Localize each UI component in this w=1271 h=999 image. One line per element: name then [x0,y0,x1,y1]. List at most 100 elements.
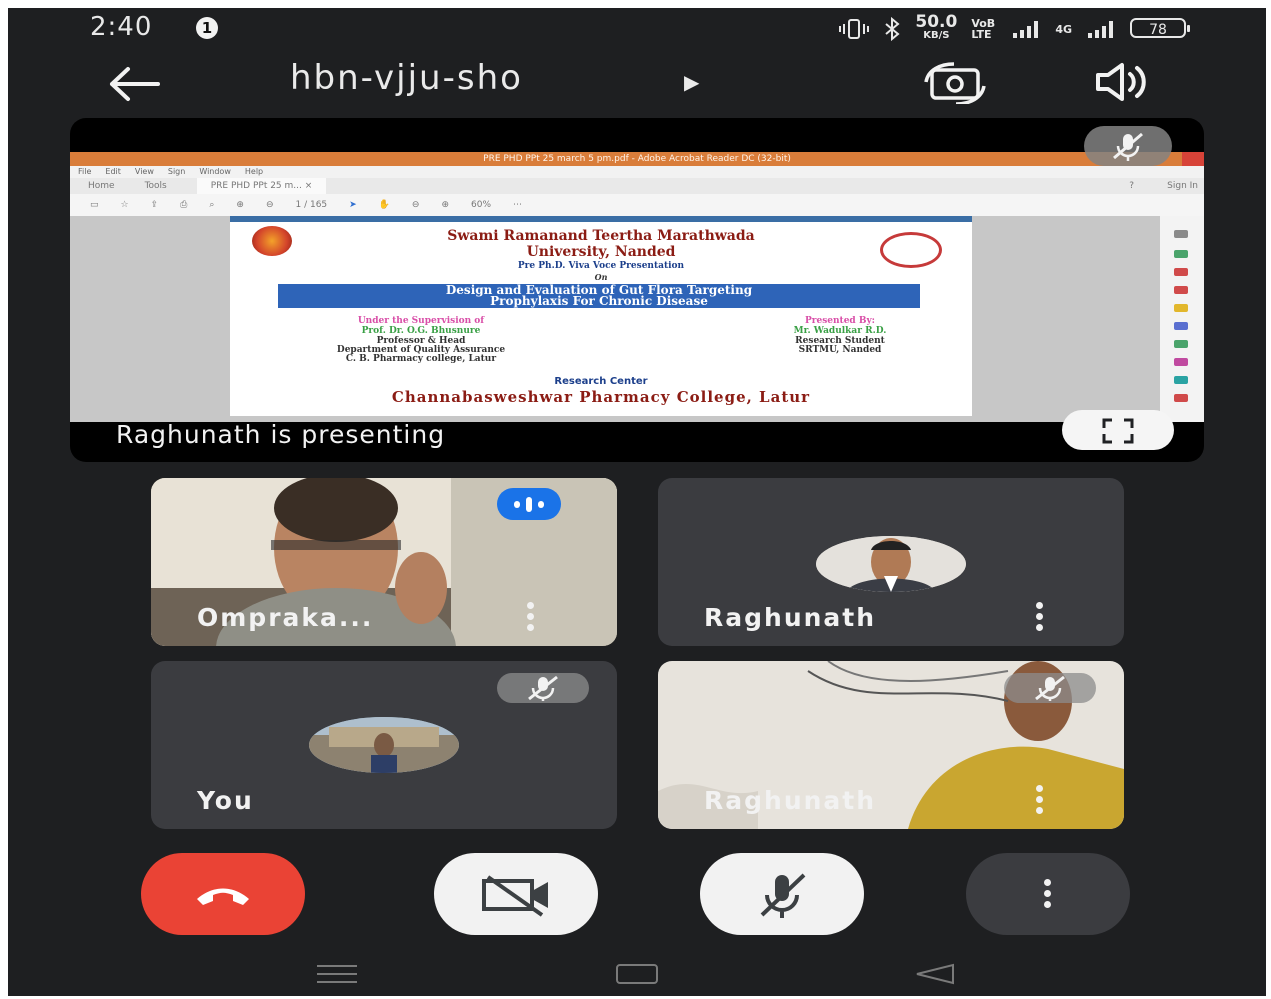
tool-icon [1174,286,1188,294]
mute-indicator [497,673,589,703]
help-icon: ? [1129,181,1134,191]
slide-supervision-heading: Under the Supervision of [357,316,485,326]
slide-top-border [230,216,972,222]
menu-item: View [134,167,154,176]
speaker-icon [1096,63,1146,101]
acrobat-tab-bar: Home Tools PRE PHD PPt 25 m... × ? Sign … [70,178,1204,194]
vibrate-icon [839,19,870,39]
battery-indicator: 78 [1130,18,1190,38]
tab-tools: Tools [144,181,167,191]
bluetooth-icon [885,17,900,41]
tab-home: Home [88,181,115,191]
save-icon: ▭ [90,200,99,210]
zoom-out-icon: ⊖ [411,200,420,210]
shared-screen: PRE PHD PPt 25 march 5 pm.pdf - Adobe Ac… [70,152,1204,422]
status-icons: 50.0 KB/S VoB LTE 4G [839,14,1116,44]
more-options-button[interactable] [966,853,1130,935]
tool-icon [1174,322,1188,330]
arrow-left-icon [110,67,160,101]
menu-item: Help [244,167,264,176]
participant-name: Raghunath [704,603,877,632]
slide-presenter-inst: SRTMU, Nanded [798,345,882,355]
tool-icon [1174,304,1188,312]
signal-icon [1013,21,1039,38]
camera-toggle-button[interactable] [434,853,598,935]
menu-item: File [78,167,92,176]
network-speed: 50.0 KB/S [915,12,958,42]
zoom-level: 60% [471,200,492,210]
more-vertical-icon[interactable] [1036,602,1044,632]
acrobat-menu-bar: File Edit View Sign Window Help [70,166,1204,178]
participant-name: Omprakа... [197,603,374,632]
end-call-button[interactable] [141,853,305,935]
network-type: 4G [1055,22,1072,36]
slide-topic-band: Design and Evaluation of Gut Flora Targe… [278,284,920,308]
sign-in-link: Sign In [1167,181,1198,191]
acrobat-title-bar: PRE PHD PPt 25 march 5 pm.pdf - Adobe Ac… [70,152,1204,166]
avatar [816,536,966,592]
more-vertical-icon [1044,879,1052,909]
participant-tile[interactable]: You [151,661,617,829]
clock: 2:40 [90,12,153,42]
tool-icon [1174,358,1188,366]
audio-output-button[interactable] [1092,62,1152,102]
switch-camera-button[interactable] [920,60,990,106]
mic-off-icon [1113,132,1143,161]
meeting-code[interactable]: hbn-vjju-sho [290,58,523,98]
mic-off-icon [760,873,806,918]
home-icon[interactable] [613,962,661,986]
tab-document: PRE PHD PPt 25 m... × [196,178,327,194]
slide-presentation-type: Pre Ph.D. Viva Voce Presentation [517,261,685,271]
recent-apps-icon[interactable] [313,962,361,986]
slide-presented-heading: Presented By: [804,316,876,326]
acrobat-toolbar: ▭ ☆ ⇪ ⎙ ⌕ ⊕ ⊖ 1 / 165 ➤ ✋ ⊖ ⊕ 60% ⋯ [70,194,1204,217]
tool-icon [1174,394,1188,402]
mic-off-icon [1035,675,1065,701]
volte-label: VoB LTE [971,17,996,41]
meet-app-screen: 2:40 1 50.0 KB/S VoB LTE 4G 78 hbn-vjju-… [8,8,1266,996]
page-down-icon: ⊖ [265,200,274,210]
hand-icon: ✋ [378,200,390,210]
meeting-details-caret-icon[interactable]: ▶ [684,70,699,94]
back-button[interactable] [104,64,164,104]
phone-hangup-icon [197,888,249,905]
flip-camera-icon [924,62,986,106]
network-speed-value: 50.0 [915,12,958,32]
notification-badge: 1 [196,17,218,39]
close-icon [1182,152,1204,166]
presenting-caption: Raghunath is presenting [116,420,446,449]
participant-tile[interactable]: Raghunath [658,478,1124,646]
cursor-icon: ➤ [349,200,357,210]
menu-item: Window [199,167,231,176]
mic-toggle-button[interactable] [700,853,864,935]
network-speed-unit: KB/S [923,30,950,41]
camera-off-icon [482,875,548,917]
menu-item: Sign [167,167,186,176]
participant-tile[interactable]: Omprakа... [151,478,617,646]
back-nav-icon[interactable] [911,962,959,986]
tool-icon [1174,340,1188,348]
slide-on: On [594,272,608,282]
presentation-slide: Swami Ramanand Teertha Marathwada Univer… [230,216,972,416]
avatar-photo [309,717,459,773]
slide-university-line2: University, Nanded [526,244,676,260]
tool-icon [1174,376,1188,384]
star-icon: ☆ [120,200,129,210]
mute-indicator [1004,673,1096,703]
more-icon: ⋯ [513,200,523,210]
mic-off-icon [528,675,558,701]
page-up-icon: ⊕ [236,200,244,210]
more-vertical-icon[interactable] [1036,785,1044,815]
status-bar: 2:40 1 50.0 KB/S VoB LTE 4G 78 [8,8,1266,48]
slide-college: Channabasweshwar Pharmacy College, Latur [391,388,811,406]
more-vertical-icon[interactable] [527,602,535,632]
print-icon: ⎙ [180,200,188,210]
slide-university-line1: Swami Ramanand Teertha Marathwada [447,228,755,244]
participant-tile[interactable]: Raghunath [658,661,1124,829]
fullscreen-button[interactable] [1062,410,1174,450]
acrobat-right-panel [1160,216,1204,422]
fullscreen-icon [1102,418,1134,444]
acrobat-window-title: PRE PHD PPt 25 march 5 pm.pdf - Adobe Ac… [483,154,791,164]
presentation-tile[interactable]: PRE PHD PPt 25 march 5 pm.pdf - Adobe Ac… [70,118,1204,462]
page-indicator: 1 / 165 [295,200,328,210]
